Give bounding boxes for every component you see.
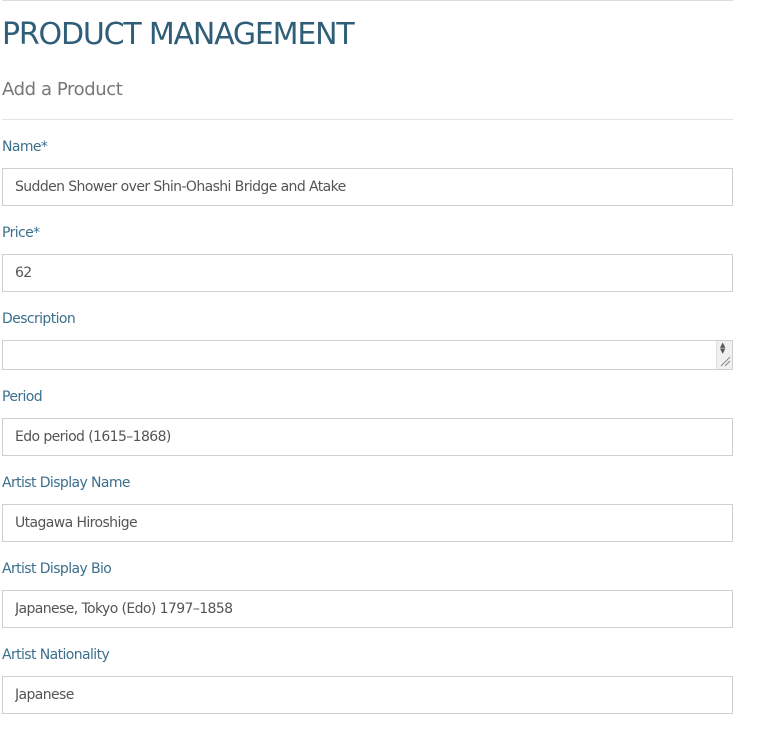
artist-display-bio-label: Artist Display Bio xyxy=(2,561,112,577)
artist-nationality-label: Artist Nationality xyxy=(2,647,110,663)
description-field[interactable] xyxy=(2,340,733,370)
scroll-arrows-icon[interactable]: ▲ ▼ xyxy=(720,342,725,355)
product-management-page: PRODUCT MANAGEMENT Add a Product Name* P… xyxy=(0,0,735,733)
artist-display-name-label: Artist Display Name xyxy=(2,475,131,491)
period-label: Period xyxy=(2,389,43,405)
page-title: PRODUCT MANAGEMENT xyxy=(2,17,355,52)
price-label: Price* xyxy=(2,225,40,241)
artist-display-bio-field[interactable] xyxy=(2,590,733,628)
top-divider xyxy=(2,0,733,1)
section-divider xyxy=(2,119,733,120)
artist-nationality-field[interactable] xyxy=(2,676,733,714)
name-label: Name* xyxy=(2,139,48,155)
resize-grip-icon[interactable] xyxy=(719,355,731,367)
description-scrollbar[interactable]: ▲ ▼ xyxy=(716,341,732,369)
description-label: Description xyxy=(2,311,76,327)
period-field[interactable] xyxy=(2,418,733,456)
price-field[interactable] xyxy=(2,254,733,292)
name-field[interactable] xyxy=(2,168,733,206)
section-title: Add a Product xyxy=(2,79,123,100)
artist-display-name-field[interactable] xyxy=(2,504,733,542)
